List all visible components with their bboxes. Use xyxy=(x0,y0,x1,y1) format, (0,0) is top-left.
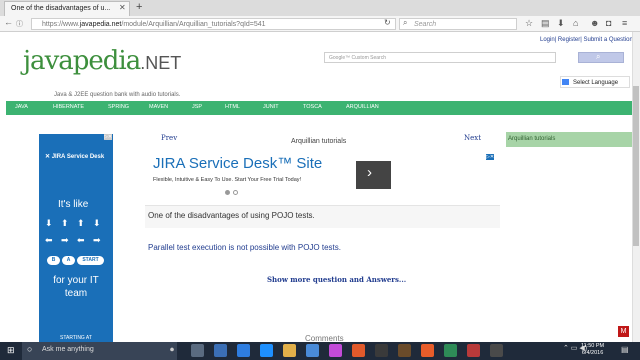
carousel-dot-active[interactable] xyxy=(225,190,230,195)
prev-link[interactable]: Prev xyxy=(161,134,177,142)
new-tab-icon[interactable]: + xyxy=(136,1,142,13)
arrow-down-icon: ⬇ xyxy=(45,218,53,228)
home-icon[interactable]: ⌂ xyxy=(573,18,578,28)
browser-tab[interactable]: One of the disadvantages of u... xyxy=(4,1,130,16)
reading-list-icon[interactable]: ▤ xyxy=(541,18,550,29)
arrow-left-icon: ⬅ xyxy=(45,235,53,245)
windows-start-icon[interactable]: ⊞ xyxy=(7,345,15,356)
app-icon[interactable] xyxy=(398,344,411,357)
ad-brand-text: JIRA Service Desk xyxy=(51,154,105,160)
sidebar-topic-header[interactable]: Arquillian tutorials xyxy=(506,132,632,147)
next-link[interactable]: Next xyxy=(464,134,481,142)
logo-text: javapedia xyxy=(23,46,141,76)
language-select[interactable]: Select Language xyxy=(560,76,630,88)
atlassian-icon: ✕ xyxy=(45,154,52,160)
info-icon[interactable]: ⓘ xyxy=(16,19,23,29)
ad-b-button: B xyxy=(47,256,60,265)
firefox-icon[interactable] xyxy=(421,344,434,357)
mcafee-icon[interactable]: M xyxy=(618,326,629,337)
nav-item-hibernate[interactable]: HIBERNATE xyxy=(53,104,84,110)
auth-links[interactable]: Login| Register| Submit a Question xyxy=(540,37,633,43)
ie-icon[interactable] xyxy=(237,344,250,357)
taskbar-clock[interactable]: 11:50 PM 6/4/2016 xyxy=(581,343,604,357)
microphone-icon[interactable]: ⏺ xyxy=(170,345,174,355)
arrow-up-icon: ⬆ xyxy=(77,218,85,228)
reload-icon[interactable]: ↻ xyxy=(384,18,391,27)
url-prefix: https://www. xyxy=(42,21,80,28)
store-icon[interactable] xyxy=(306,344,319,357)
nav-item-maven[interactable]: MAVEN xyxy=(149,104,168,110)
search-icon: ⌕ xyxy=(596,52,601,61)
tab-title: One of the disadvantages of u... xyxy=(11,5,111,12)
terminal-icon[interactable] xyxy=(375,344,388,357)
arrow-left-icon: ⬅ xyxy=(77,235,85,245)
ad-footer: STARTING AT xyxy=(60,335,92,341)
chrome-icon[interactable] xyxy=(352,344,365,357)
clock-date: 6/4/2016 xyxy=(581,350,604,356)
arrow-up-icon: ⬆ xyxy=(61,218,69,228)
site-logo[interactable]: javapedia.NET xyxy=(23,46,181,76)
close-tab-icon[interactable]: ✕ xyxy=(119,3,126,12)
nav-item-arquillian[interactable]: ARQUILLIAN xyxy=(346,104,379,110)
jira-ad-title[interactable]: JIRA Service Desk™ Site xyxy=(153,155,322,172)
browser-search-placeholder: Search xyxy=(414,21,437,28)
custom-search-input[interactable]: Google™ Custom Search xyxy=(324,52,556,63)
carousel-dot[interactable] xyxy=(233,190,238,195)
ad-start-button: START xyxy=(77,256,104,265)
ad-headline: It's like xyxy=(58,199,89,210)
arrow-right-icon: ➡ xyxy=(61,235,69,245)
arrow-down-icon: ⬇ xyxy=(93,218,101,228)
cortana-icon: ○ xyxy=(27,344,33,354)
edge-icon[interactable] xyxy=(214,344,227,357)
chat-icon[interactable]: ☻ xyxy=(590,18,599,28)
edge-browser-icon[interactable] xyxy=(260,344,273,357)
download-icon[interactable]: ⬇ xyxy=(557,18,565,29)
ad-choices-icon[interactable]: ▷✕ xyxy=(486,154,495,160)
nav-item-jsp[interactable]: JSP xyxy=(192,104,202,110)
cortana-placeholder: Ask me anything xyxy=(42,346,94,353)
nav-item-html[interactable]: HTML xyxy=(225,104,240,110)
nav-item-junit[interactable]: JUNIT xyxy=(263,104,279,110)
back-icon[interactable]: ← xyxy=(4,17,13,27)
logo-suffix: .NET xyxy=(140,53,182,73)
jira-ad-description: Flexible, Intuitive & Easy To Use. Start… xyxy=(153,177,302,183)
app-icon[interactable] xyxy=(329,344,342,357)
ad-a-button: A xyxy=(62,256,75,265)
nav-item-java[interactable]: JAVA xyxy=(15,104,28,110)
arrow-right-icon: ➡ xyxy=(93,235,101,245)
chevron-right-icon: › xyxy=(367,164,372,181)
search-icon: ⌕ xyxy=(403,18,408,27)
nav-item-tosca[interactable]: TOSCA xyxy=(303,104,322,110)
custom-search-placeholder: Google™ Custom Search xyxy=(329,55,386,61)
task-view-icon[interactable] xyxy=(191,344,204,357)
browser-search-input[interactable]: Search xyxy=(399,18,517,30)
clock-time: 11:50 PM xyxy=(581,343,605,349)
site-tagline: Java & J2EE question bank with audio tut… xyxy=(54,92,181,98)
answer-text: Parallel test execution is not possible … xyxy=(148,243,341,252)
app-icon[interactable] xyxy=(444,344,457,357)
jira-ad-button[interactable] xyxy=(356,161,391,189)
url-domain: javapedia.net xyxy=(79,21,122,28)
question-text: One of the disadvantages of using POJO t… xyxy=(148,211,315,220)
ad-tagline: for your IT team xyxy=(53,275,99,299)
bookmark-star-icon[interactable]: ☆ xyxy=(525,18,533,29)
notifications-icon[interactable]: ▤ xyxy=(621,345,629,354)
language-select-label: Select Language xyxy=(573,80,619,86)
app-icon[interactable] xyxy=(467,344,480,357)
file-explorer-icon[interactable] xyxy=(283,344,296,357)
ad-choices-icon[interactable]: ▷✕ xyxy=(104,134,113,140)
address-bar[interactable]: https://www.javapedia.net/module/Arquill… xyxy=(31,18,396,30)
menu-icon[interactable]: ≡ xyxy=(622,18,627,28)
ad-brand: ✕ JIRA Service Desk xyxy=(45,153,104,160)
custom-search-button[interactable] xyxy=(578,52,624,63)
pocket-icon[interactable]: ◘ xyxy=(606,18,611,28)
scrollbar-thumb[interactable] xyxy=(633,86,639,246)
show-more-link[interactable]: Show more question and Answers... xyxy=(267,275,406,284)
url-path: /module/Arquillian/Arquillian_tutorials?… xyxy=(121,21,266,28)
topic-title: Arquillian tutorials xyxy=(291,138,347,145)
app-icon[interactable] xyxy=(490,344,503,357)
nav-item-spring[interactable]: SPRING xyxy=(108,104,129,110)
